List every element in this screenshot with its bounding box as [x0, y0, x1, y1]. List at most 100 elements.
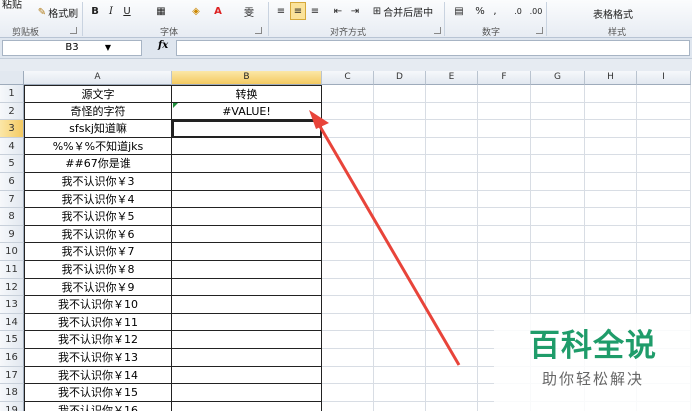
- cell-g10[interactable]: [531, 243, 585, 261]
- cell-h9[interactable]: [585, 225, 637, 244]
- cell-f10[interactable]: [478, 243, 531, 261]
- cell-c16[interactable]: [322, 349, 374, 367]
- phonetic-button[interactable]: 雯: [240, 2, 258, 20]
- cell-e1[interactable]: [426, 85, 478, 103]
- format-as-table-button[interactable]: 表格格式: [588, 4, 638, 22]
- cell-i3[interactable]: [637, 120, 691, 138]
- cell-g5[interactable]: [531, 155, 585, 173]
- fill-color-icon[interactable]: ◈: [186, 2, 206, 20]
- cell-a11[interactable]: 我不认识你￥8: [24, 261, 172, 279]
- cell-g12[interactable]: [531, 278, 585, 297]
- cell-a8[interactable]: 我不认识你￥5: [24, 208, 172, 226]
- cell-a2[interactable]: 奇怪的字符: [24, 102, 172, 121]
- cell-b5[interactable]: [172, 155, 322, 173]
- cell-d18[interactable]: [374, 384, 426, 402]
- cell-e19[interactable]: [426, 401, 478, 411]
- cell-f6[interactable]: [478, 173, 531, 191]
- cell-c19[interactable]: [322, 401, 374, 411]
- cell-d10[interactable]: [374, 243, 426, 261]
- cell-a18[interactable]: 我不认识你￥15: [24, 384, 172, 402]
- cell-h11[interactable]: [585, 261, 637, 279]
- cell-e6[interactable]: [426, 173, 478, 191]
- name-box[interactable]: B3 ▼: [2, 40, 142, 56]
- cell-a15[interactable]: 我不认识你￥12: [24, 331, 172, 349]
- row-header-17[interactable]: 17: [0, 366, 24, 385]
- cell-b13[interactable]: [172, 296, 322, 314]
- cell-e16[interactable]: [426, 349, 478, 367]
- cell-a4[interactable]: %%￥%不知道jks: [24, 137, 172, 156]
- cell-f4[interactable]: [478, 137, 531, 156]
- cell-d6[interactable]: [374, 173, 426, 191]
- cell-b1[interactable]: 转换: [172, 85, 322, 103]
- insert-function-icon[interactable]: fx: [158, 40, 168, 51]
- cell-e8[interactable]: [426, 208, 478, 226]
- cell-h5[interactable]: [585, 155, 637, 173]
- cell-c5[interactable]: [322, 155, 374, 173]
- error-indicator-icon[interactable]: [173, 103, 178, 108]
- cell-g1[interactable]: [531, 85, 585, 103]
- cell-e7[interactable]: [426, 190, 478, 209]
- cell-b6[interactable]: [172, 173, 322, 191]
- cell-c15[interactable]: [322, 331, 374, 349]
- row-header-12[interactable]: 12: [0, 278, 24, 297]
- cell-h12[interactable]: [585, 278, 637, 297]
- column-header-e[interactable]: E: [426, 71, 478, 85]
- cell-e4[interactable]: [426, 137, 478, 156]
- cell-g13[interactable]: [531, 296, 585, 314]
- cell-i7[interactable]: [637, 190, 691, 209]
- cell-e13[interactable]: [426, 296, 478, 314]
- column-header-c[interactable]: C: [322, 71, 374, 85]
- cell-e9[interactable]: [426, 225, 478, 244]
- cell-e2[interactable]: [426, 102, 478, 121]
- cell-h8[interactable]: [585, 208, 637, 226]
- row-header-18[interactable]: 18: [0, 384, 24, 402]
- underline-button[interactable]: U: [120, 2, 134, 20]
- cell-i11[interactable]: [637, 261, 691, 279]
- cell-c7[interactable]: [322, 190, 374, 209]
- cell-c4[interactable]: [322, 137, 374, 156]
- cell-h2[interactable]: [585, 102, 637, 121]
- cell-b15[interactable]: [172, 331, 322, 349]
- cell-c6[interactable]: [322, 173, 374, 191]
- cell-f11[interactable]: [478, 261, 531, 279]
- row-header-3[interactable]: 3: [0, 120, 24, 138]
- cell-d5[interactable]: [374, 155, 426, 173]
- cell-f12[interactable]: [478, 278, 531, 297]
- column-header-d[interactable]: D: [374, 71, 426, 85]
- cell-d14[interactable]: [374, 313, 426, 332]
- cell-b12[interactable]: [172, 278, 322, 297]
- cell-d1[interactable]: [374, 85, 426, 103]
- font-color-button[interactable]: A: [210, 2, 226, 20]
- cell-e18[interactable]: [426, 384, 478, 402]
- cell-i5[interactable]: [637, 155, 691, 173]
- font-launcher-icon[interactable]: [255, 27, 262, 34]
- cell-b4[interactable]: [172, 137, 322, 156]
- cell-g8[interactable]: [531, 208, 585, 226]
- row-header-11[interactable]: 11: [0, 261, 24, 279]
- cell-c3[interactable]: [322, 120, 374, 138]
- cell-b2[interactable]: #VALUE!: [172, 102, 322, 121]
- cell-g3[interactable]: [531, 120, 585, 138]
- cell-c11[interactable]: [322, 261, 374, 279]
- decrease-indent-icon[interactable]: ⇤: [330, 2, 346, 20]
- cell-e11[interactable]: [426, 261, 478, 279]
- cell-d11[interactable]: [374, 261, 426, 279]
- cell-c13[interactable]: [322, 296, 374, 314]
- cell-d9[interactable]: [374, 225, 426, 244]
- align-center-icon[interactable]: ≡: [290, 2, 306, 20]
- row-header-15[interactable]: 15: [0, 331, 24, 349]
- comma-button[interactable]: ,: [490, 2, 500, 20]
- cell-d8[interactable]: [374, 208, 426, 226]
- column-header-b[interactable]: B: [172, 71, 322, 85]
- cell-e5[interactable]: [426, 155, 478, 173]
- cell-d13[interactable]: [374, 296, 426, 314]
- cell-i2[interactable]: [637, 102, 691, 121]
- cell-d16[interactable]: [374, 349, 426, 367]
- cell-c18[interactable]: [322, 384, 374, 402]
- row-header-16[interactable]: 16: [0, 349, 24, 367]
- cell-i6[interactable]: [637, 173, 691, 191]
- cell-f7[interactable]: [478, 190, 531, 209]
- cell-b14[interactable]: [172, 313, 322, 332]
- cell-b19[interactable]: [172, 401, 322, 411]
- cell-i4[interactable]: [637, 137, 691, 156]
